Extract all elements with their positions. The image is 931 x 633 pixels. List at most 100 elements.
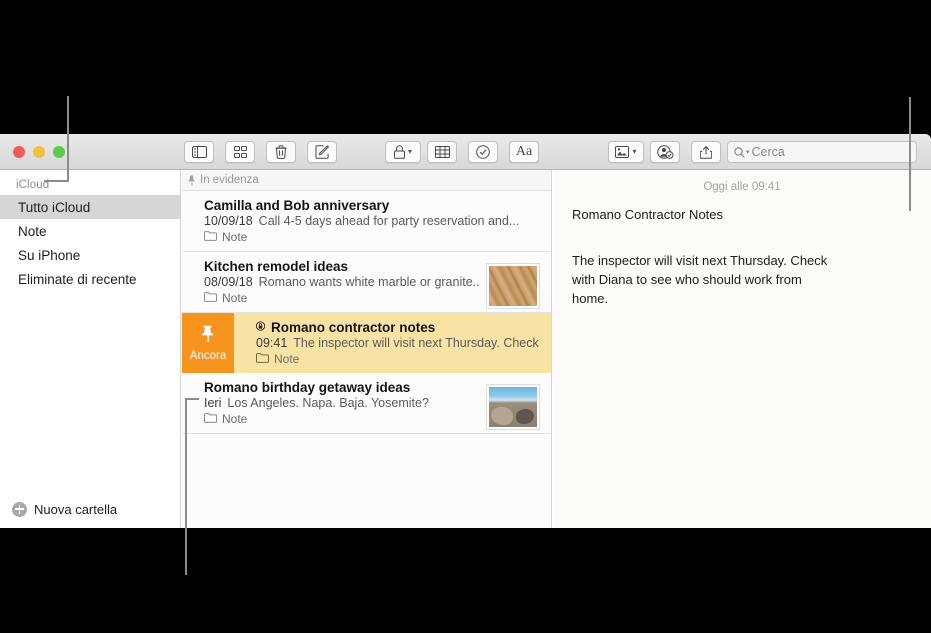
format-text-icon: Aa: [515, 144, 533, 159]
note-item-folder-label: Note: [222, 291, 248, 305]
close-button[interactable]: [13, 146, 25, 158]
checklist-button[interactable]: [468, 141, 498, 163]
folder-icon: [204, 230, 217, 244]
notes-list-header-label: In evidenza: [200, 174, 259, 186]
sidebar-item-label: Su iPhone: [18, 247, 81, 263]
window-traffic-lights: [13, 146, 65, 158]
note-item-date: 10/09/18: [204, 214, 253, 228]
note-item-folder-label: Note: [274, 352, 300, 366]
window-toolbar: ▾ Aa ▾ ▾ Cerca: [0, 134, 931, 170]
pin-swipe-action[interactable]: Ancora: [182, 313, 234, 373]
lock-note-button[interactable]: ▾: [385, 141, 421, 163]
insert-table-button[interactable]: [427, 141, 457, 163]
pin-icon: [188, 175, 196, 186]
note-item-title-row: Romano contractor notes: [256, 320, 551, 335]
note-item-title: Romano contractor notes: [271, 320, 436, 335]
sidebar-item-su-iphone[interactable]: Su iPhone: [0, 243, 180, 267]
sidebar-icon: [191, 146, 207, 158]
note-item-body: Camilla and Bob anniversary 10/09/18 Call…: [182, 191, 551, 251]
pin-action-label: Ancora: [189, 349, 227, 362]
chevron-down-icon: ▾: [407, 147, 412, 156]
note-item-thumbnail: [487, 264, 539, 308]
note-item-meta: Ieri Los Angeles. Napa. Baja. Yosemite?: [204, 396, 479, 410]
search-field[interactable]: ▾ Cerca: [727, 141, 917, 163]
note-item-body: Romano contractor notes 09:41 The inspect…: [234, 313, 551, 373]
lock-icon: [256, 320, 266, 335]
add-person-icon: [656, 145, 674, 159]
note-item-folder: Note: [204, 412, 479, 426]
new-folder-button[interactable]: Nuova cartella: [0, 490, 181, 528]
pin-icon: [201, 325, 215, 347]
note-item-folder-label: Note: [222, 412, 248, 426]
trash-icon: [275, 145, 287, 159]
sidebar-item-label: Tutto iCloud: [18, 199, 91, 215]
note-item-folder-label: Note: [222, 230, 248, 244]
note-item-title: Kitchen remodel ideas: [204, 259, 349, 274]
note-item-meta: 09:41 The inspector will visit next Thurs…: [256, 336, 551, 350]
compose-icon: [315, 145, 329, 159]
callout-line-detail-vertical: [909, 97, 911, 211]
format-text-button[interactable]: Aa: [509, 141, 539, 163]
note-item-title: Camilla and Bob anniversary: [204, 198, 390, 213]
notes-list: In evidenza Camilla and Bob anniversary …: [182, 170, 552, 528]
note-item-snippet: Los Angeles. Napa. Baja. Yosemite?: [227, 396, 429, 410]
note-item-body: Kitchen remodel ideas 08/09/18 Romano wan…: [182, 252, 479, 312]
sidebar-section-header: iCloud: [16, 179, 50, 191]
note-list-item-selected[interactable]: Ancora Romano contractor notes 09:41 The …: [182, 313, 551, 373]
note-item-date: 08/09/18: [204, 275, 253, 289]
note-list-item[interactable]: Camilla and Bob anniversary 10/09/18 Call…: [182, 191, 551, 252]
plus-circle-icon: [12, 501, 27, 517]
note-item-date: Ieri: [204, 396, 222, 410]
media-icon: [615, 146, 630, 158]
sidebar-toggle-button[interactable]: [184, 141, 214, 163]
note-detail-title[interactable]: Romano Contractor Notes: [553, 193, 931, 222]
folder-icon: [204, 291, 217, 305]
search-icon: [734, 146, 745, 158]
note-item-folder: Note: [204, 230, 551, 244]
notes-window: ▾ Aa ▾ ▾ Cerca iCloud Tutto iCloud Note …: [0, 134, 931, 528]
lock-icon: [393, 145, 405, 159]
note-item-snippet: Romano wants white marble or granite...: [258, 275, 479, 289]
note-item-title: Romano birthday getaway ideas: [204, 380, 411, 395]
note-item-body: Romano birthday getaway ideas Ieri Los An…: [182, 373, 479, 433]
gallery-view-button[interactable]: [225, 141, 255, 163]
delete-note-button[interactable]: [266, 141, 296, 163]
folder-icon: [204, 412, 217, 426]
chevron-down-icon[interactable]: ▾: [746, 148, 750, 156]
note-list-item[interactable]: Kitchen remodel ideas 08/09/18 Romano wan…: [182, 252, 551, 313]
note-item-thumbnail: [487, 385, 539, 429]
note-item-date: 09:41: [256, 336, 288, 350]
zoom-button[interactable]: [53, 146, 65, 158]
checkmark-circle-icon: [476, 145, 490, 159]
sidebar-item-note[interactable]: Note: [0, 219, 180, 243]
note-item-meta: 10/09/18 Call 4-5 days ahead for party re…: [204, 214, 551, 228]
sidebar-item-eliminate-di-recente[interactable]: Eliminate di recente: [0, 267, 180, 291]
note-detail-pane[interactable]: Oggi alle 09:41 Romano Contractor Notes …: [553, 170, 931, 528]
add-people-button[interactable]: [650, 141, 680, 163]
sidebar: iCloud Tutto iCloud Note Su iPhone Elimi…: [0, 170, 181, 528]
callout-line-noteslist-vertical: [185, 398, 187, 575]
callout-line-noteslist-horizontal: [185, 398, 199, 400]
notes-list-header: In evidenza: [182, 170, 551, 191]
share-button[interactable]: [691, 141, 721, 163]
new-folder-label: Nuova cartella: [34, 501, 118, 517]
minimize-button[interactable]: [33, 146, 45, 158]
new-note-button[interactable]: [307, 141, 337, 163]
sidebar-item-label: Note: [18, 223, 47, 239]
note-item-folder: Note: [256, 352, 551, 366]
chevron-down-icon: ▾: [632, 147, 637, 156]
insert-media-button[interactable]: ▾: [608, 141, 644, 163]
note-detail-date: Oggi alle 09:41: [703, 181, 781, 193]
sidebar-item-tutto-icloud[interactable]: Tutto iCloud: [0, 195, 180, 219]
table-icon: [434, 146, 450, 158]
folder-icon: [256, 352, 269, 366]
callout-line-sidebar-vertical: [67, 96, 69, 182]
note-list-item[interactable]: Romano birthday getaway ideas Ieri Los An…: [182, 373, 551, 434]
search-input[interactable]: Cerca: [752, 145, 785, 159]
share-icon: [700, 145, 712, 159]
note-item-snippet: The inspector will visit next Thursday. …: [293, 336, 539, 350]
note-item-snippet: Call 4-5 days ahead for party reservatio…: [258, 214, 520, 228]
callout-line-sidebar-horizontal: [44, 180, 69, 182]
sidebar-item-label: Eliminate di recente: [18, 271, 137, 287]
note-detail-body[interactable]: The inspector will visit next Thursday. …: [553, 222, 834, 309]
